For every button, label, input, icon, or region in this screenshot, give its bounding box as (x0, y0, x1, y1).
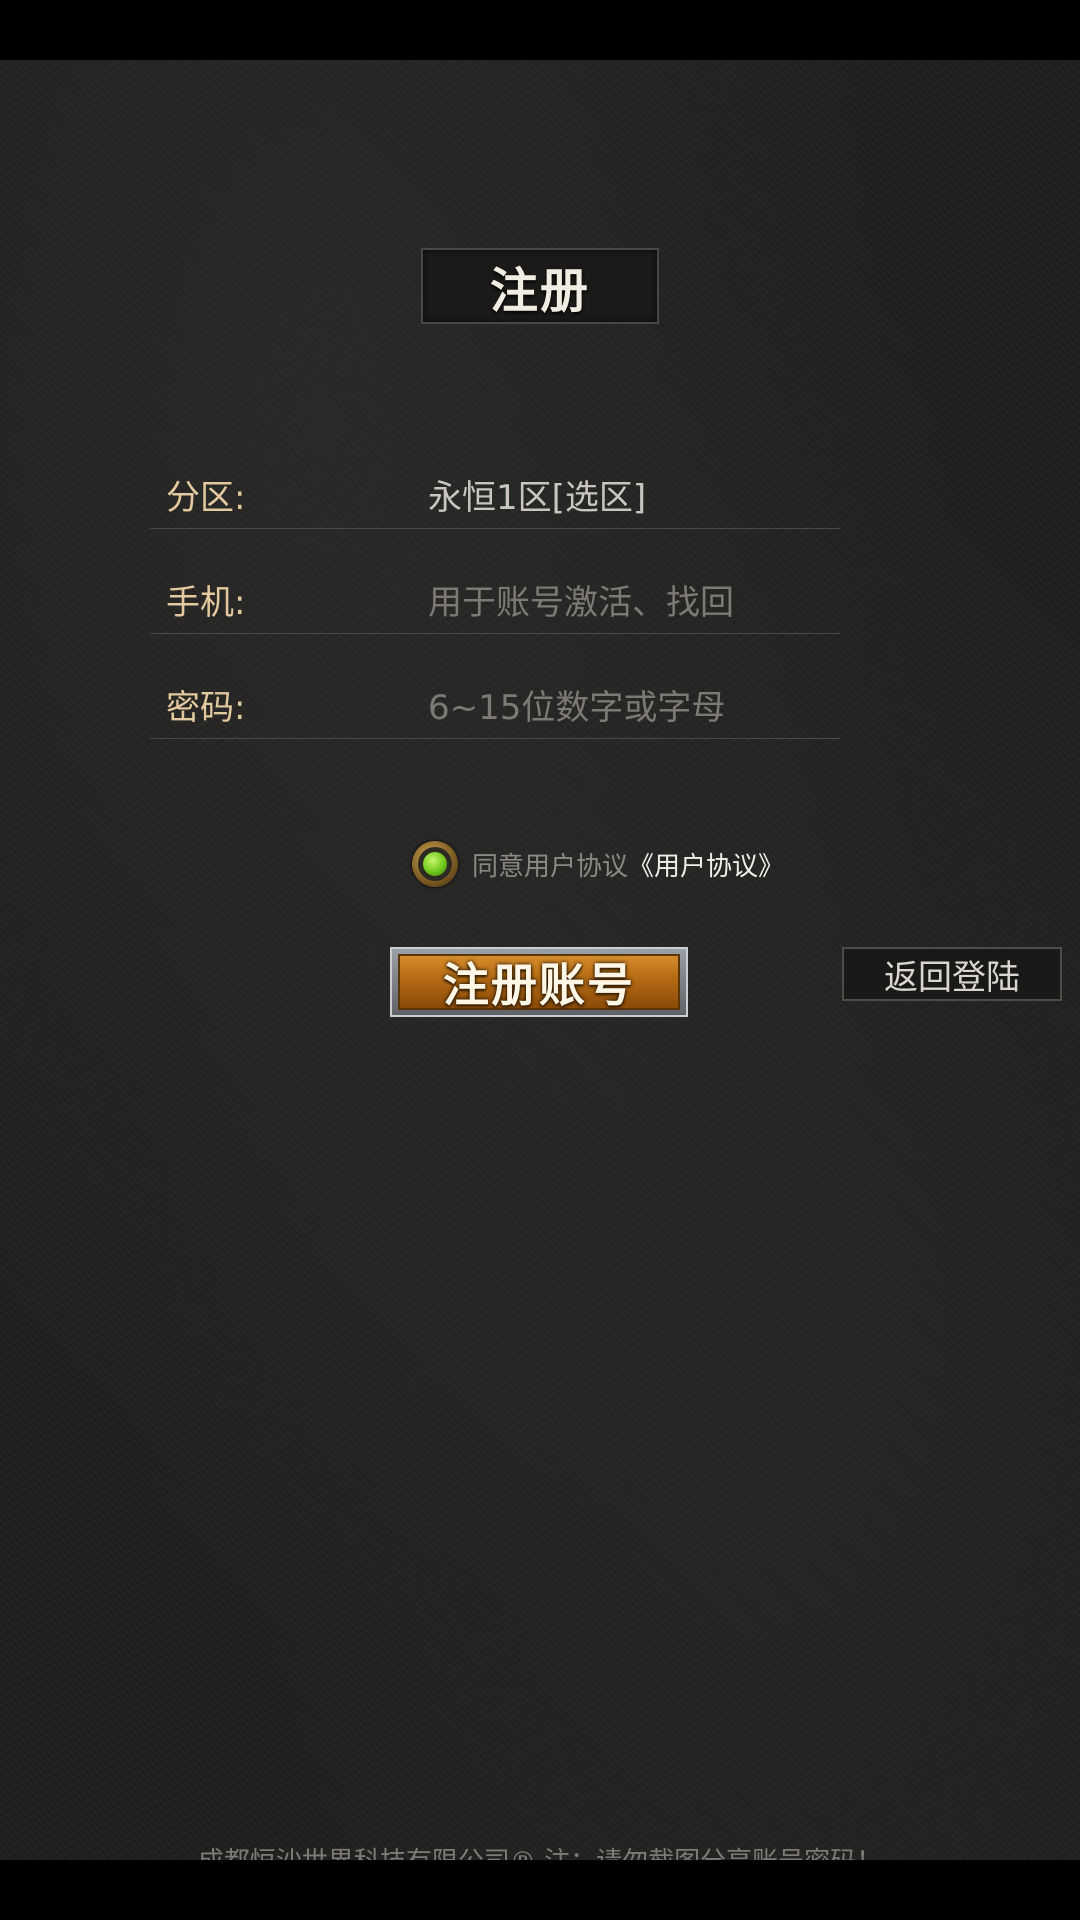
user-agreement-link[interactable]: 《用户协议》 (628, 846, 784, 883)
register-screen: 注册 分区: 永恒1区[选区] 手机: 用于账号激活、找回 密码: 6~15位数… (0, 60, 1080, 1877)
radio-checked-icon (423, 852, 447, 876)
agreement-text: 同意用户协议 (472, 851, 629, 882)
navigation-bar (0, 1860, 1080, 1920)
phone-label: 手机: (166, 583, 246, 623)
status-bar (0, 0, 1080, 60)
register-button-face: 注册账号 (398, 954, 680, 1012)
register-account-button[interactable]: 注册账号 (390, 947, 688, 1017)
password-input[interactable]: 6~15位数字或字母 (428, 680, 725, 729)
back-to-login-button[interactable]: 返回登陆 (842, 947, 1062, 1001)
page-title-box: 注册 (421, 248, 659, 324)
zone-select[interactable]: 永恒1区[选区] (428, 470, 646, 519)
agree-radio[interactable] (412, 841, 458, 887)
zone-label: 分区: (166, 478, 246, 518)
page-title: 注册 (489, 263, 590, 319)
phone-input[interactable]: 用于账号激活、找回 (428, 575, 734, 624)
phone-row[interactable]: 手机: 用于账号激活、找回 (150, 563, 840, 634)
password-row[interactable]: 密码: 6~15位数字或字母 (150, 668, 840, 739)
agreement-row: 同意用户协议 《用户协议》 (412, 838, 784, 890)
zone-row[interactable]: 分区: 永恒1区[选区] (150, 458, 840, 529)
radio-ring-icon (418, 847, 452, 881)
password-label: 密码: (166, 688, 246, 728)
back-to-login-label: 返回登陆 (884, 957, 1020, 998)
register-button-label: 注册账号 (443, 958, 635, 1012)
